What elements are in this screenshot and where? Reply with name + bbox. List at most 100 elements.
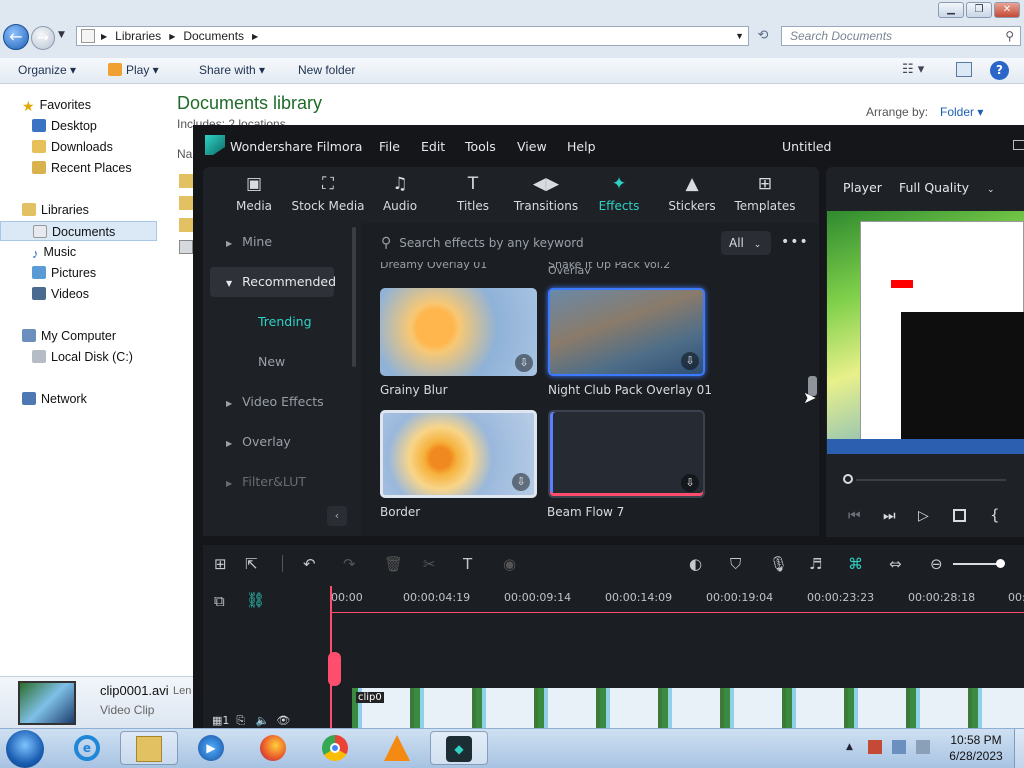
refresh-icon[interactable]: ⟲ (752, 26, 774, 46)
category-trending[interactable]: Trending (210, 307, 334, 337)
menu-tools[interactable]: Tools (465, 139, 496, 154)
play-icon[interactable]: ▷ (918, 508, 929, 524)
cut-icon[interactable]: ✂ (423, 555, 436, 573)
action-center-icon[interactable] (868, 740, 882, 754)
minimize-button[interactable]: ▁ (938, 2, 964, 18)
folder-icon[interactable] (179, 218, 193, 232)
folder-icon[interactable] (179, 174, 193, 188)
nav-libraries[interactable]: Libraries (0, 200, 160, 220)
address-bar[interactable]: ▶ Libraries ▶ Documents ▶ ▼ (76, 26, 749, 46)
video-clip-track[interactable]: clip0 (352, 688, 1024, 728)
taskbar-media-player[interactable]: ▶ (182, 731, 240, 765)
menu-view[interactable]: View (517, 139, 547, 154)
name-column-header[interactable]: Na (177, 147, 192, 161)
render-icon[interactable]: ◐ (689, 555, 702, 573)
taskbar-explorer[interactable] (120, 731, 178, 765)
tab-audio[interactable]: ♫ Audio (364, 172, 436, 213)
redo-icon[interactable]: ↷ (343, 555, 356, 573)
marker-icon[interactable]: ⛉ (730, 555, 741, 573)
effect-thumb-night-club[interactable]: ⇩ (548, 288, 705, 376)
audio-mixer-icon[interactable]: ♬ (809, 555, 822, 573)
help-icon[interactable]: ? (990, 61, 1009, 80)
taskbar-vlc[interactable] (368, 731, 426, 765)
address-dropdown-icon[interactable]: ▼ (735, 31, 744, 41)
arrange-dropdown[interactable]: Folder ▾ (940, 105, 983, 119)
tab-stickers[interactable]: ▲ Stickers (656, 172, 728, 213)
download-icon[interactable]: ⇩ (681, 352, 699, 370)
delete-icon[interactable]: 🗑 (384, 555, 403, 573)
audio-wave-icon[interactable]: ◉ (503, 555, 516, 573)
link-icon[interactable]: ⛓ (246, 591, 265, 609)
nav-recent-places[interactable]: Recent Places (0, 158, 160, 178)
player-preview[interactable] (827, 211, 1024, 454)
start-button[interactable] (6, 730, 44, 768)
nav-favorites[interactable]: ★ Favorites (0, 95, 160, 115)
show-desktop-button[interactable] (1014, 729, 1024, 768)
new-folder-button[interactable]: New folder (298, 63, 355, 77)
effect-thumb-border[interactable]: ⇩ (380, 410, 537, 498)
play-button[interactable]: Play ▾ (108, 63, 159, 77)
taskbar-filmora[interactable]: ◆ (430, 731, 488, 765)
filter-all-dropdown[interactable]: All ⌄ (721, 231, 771, 255)
search-input[interactable]: Search Documents ⚲ (781, 26, 1021, 46)
close-button[interactable]: ✕ (994, 2, 1020, 18)
nav-music[interactable]: ♪ Music (0, 242, 160, 262)
folder-icon[interactable] (179, 196, 193, 210)
window-control-icon[interactable] (1013, 140, 1024, 150)
breadcrumb-documents[interactable]: Documents (183, 29, 244, 43)
breadcrumb-libraries[interactable]: Libraries (115, 29, 161, 43)
zoom-slider-handle[interactable] (996, 559, 1005, 568)
category-new[interactable]: New (210, 347, 334, 377)
taskbar-ie[interactable]: e (58, 731, 116, 765)
nav-pictures[interactable]: Pictures (0, 263, 160, 283)
taskbar-chrome[interactable] (306, 731, 364, 765)
nav-documents[interactable]: Documents (0, 221, 157, 241)
download-icon[interactable]: ⇩ (515, 354, 533, 372)
nav-my-computer[interactable]: My Computer (0, 326, 160, 346)
fit-timeline-icon[interactable]: ⇔ (889, 555, 902, 573)
download-icon[interactable]: ⇩ (512, 473, 530, 491)
menu-help[interactable]: Help (567, 139, 596, 154)
effect-thumb-beam-flow[interactable]: ⇩ (548, 410, 705, 498)
maximize-button[interactable]: ❐ (966, 2, 992, 18)
nav-local-disk[interactable]: Local Disk (C:) (0, 347, 160, 367)
tab-transitions[interactable]: ◀▶ Transitions (510, 172, 582, 213)
playhead-handle[interactable] (328, 652, 341, 686)
quality-dropdown[interactable]: Full Quality ⌄ (899, 180, 995, 195)
effect-thumb-grainy-blur[interactable]: ⇩ (380, 288, 537, 376)
back-button[interactable]: ← (3, 24, 29, 50)
forward-button[interactable]: → (31, 26, 55, 50)
preview-pane-icon[interactable] (956, 62, 972, 77)
show-hidden-icons[interactable]: ▲ (846, 742, 853, 752)
history-dropdown-icon[interactable]: ▼ (58, 30, 65, 40)
tab-stock-media[interactable]: ⛶ Stock Media (290, 172, 366, 213)
select-tool-icon[interactable]: ⇱ (245, 555, 258, 573)
add-track-icon[interactable]: ⧉ (214, 592, 225, 610)
undo-icon[interactable]: ↶ (303, 555, 316, 573)
microphone-icon[interactable]: 🎙 (769, 555, 788, 573)
mark-in-icon[interactable]: { (990, 506, 1000, 524)
nav-network[interactable]: Network (0, 389, 160, 409)
tab-media[interactable]: ▣ Media (218, 172, 290, 213)
file-icon[interactable] (179, 240, 193, 254)
text-icon[interactable]: T (463, 555, 472, 573)
playhead-scrubber[interactable] (843, 474, 853, 484)
collapse-panel-icon[interactable]: ‹ (327, 506, 347, 526)
nav-videos[interactable]: Videos (0, 284, 160, 304)
nav-downloads[interactable]: Downloads (0, 137, 160, 157)
taskbar-firefox[interactable] (244, 731, 302, 765)
network-status-icon[interactable] (892, 740, 906, 754)
snap-icon[interactable]: ⌘ (848, 555, 863, 573)
category-mine[interactable]: ▶ Mine (210, 227, 334, 257)
stop-icon[interactable] (953, 509, 966, 522)
tab-effects[interactable]: ✦ Effects (583, 172, 655, 213)
search-icon[interactable]: ⚲ (1005, 29, 1014, 43)
prev-frame-icon[interactable]: ⏮ (848, 508, 861, 524)
category-overlay[interactable]: ▶ Overlay (210, 427, 334, 457)
download-icon[interactable]: ⇩ (681, 474, 699, 492)
organize-button[interactable]: Organize ▾ (18, 63, 76, 77)
player-progress-track[interactable] (856, 479, 1006, 481)
view-options-icon[interactable]: ☷ ▾ (902, 62, 924, 77)
nav-desktop[interactable]: Desktop (0, 116, 160, 136)
zoom-out-icon[interactable]: ⊖ (930, 555, 943, 573)
